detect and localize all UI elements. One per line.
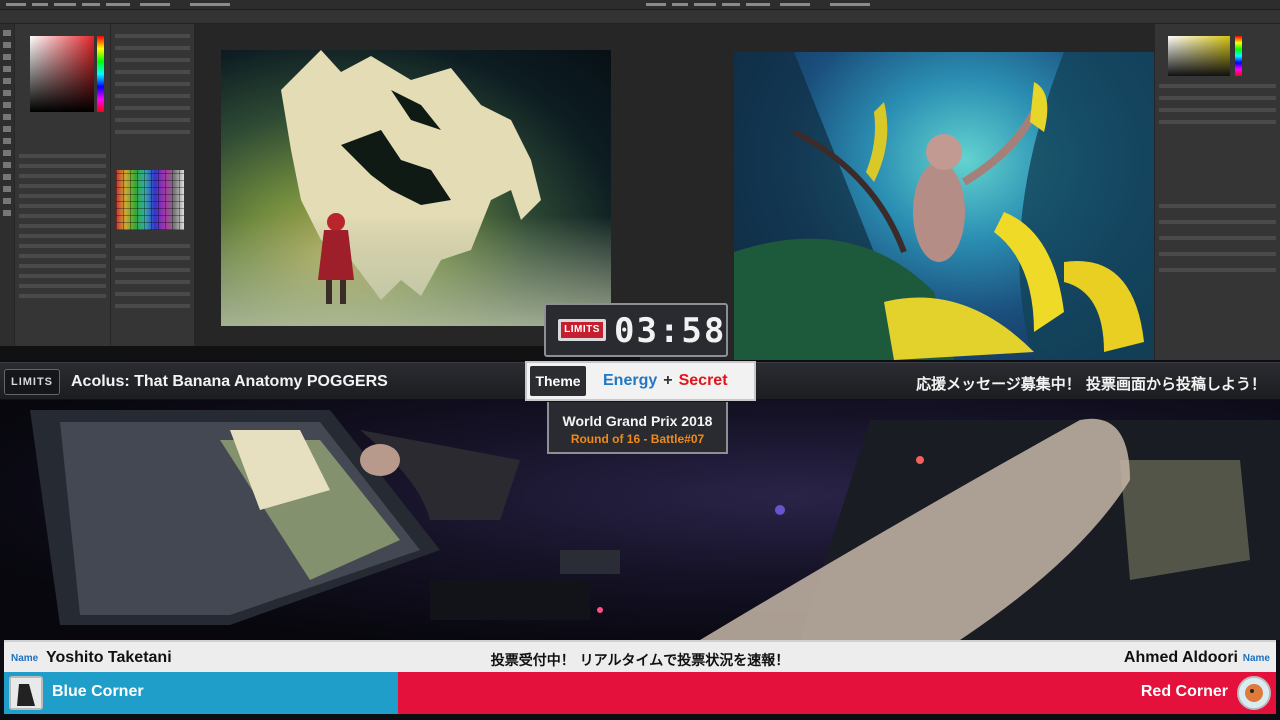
theme-box: Theme Energy + Secret (525, 361, 756, 401)
theme-label: Theme (530, 366, 586, 396)
right-artwork-canvas[interactable] (734, 52, 1154, 360)
red-corner-label: Red Corner (1140, 683, 1228, 700)
names-bar: Name Yoshito Taketani 投票受付中！ リアルタイムで投票状況… (4, 640, 1276, 672)
event-name: World Grand Prix 2018 (562, 413, 713, 429)
artist-avatar-icon (11, 678, 41, 708)
swatches-panel[interactable] (116, 170, 184, 230)
limits-logo: LIMITS (4, 369, 60, 395)
stream-title: Acolus: That Banana Anatomy POGGERS (71, 373, 388, 390)
theme-word-1: Energy (603, 372, 658, 389)
voting-message: 投票受付中！ リアルタイムで投票状況を速報！ (490, 653, 790, 669)
menu-bar[interactable] (0, 0, 640, 10)
logo-text: LIMITS (561, 322, 603, 338)
left-artwork-canvas[interactable] (221, 50, 611, 326)
options-bar[interactable] (0, 10, 640, 24)
theme-words: Energy + Secret (603, 372, 728, 390)
event-box: World Grand Prix 2018 Round of 16 - Batt… (547, 402, 728, 454)
menu-bar[interactable] (640, 0, 1280, 10)
hue-slider[interactable] (1235, 36, 1242, 76)
battle-timer: LIMITS 03:58 (544, 303, 728, 357)
bird-avatar-icon (1239, 678, 1269, 708)
name-tag-right: Name (1242, 653, 1270, 664)
color-picker-field[interactable] (30, 36, 94, 112)
blue-corner-label: Blue Corner (52, 683, 144, 700)
color-picker-field[interactable] (1168, 36, 1230, 76)
player-right-name: Ahmed Aldoori (1123, 649, 1238, 666)
tools-panel[interactable] (0, 24, 14, 346)
jungle-monkey-artwork (734, 52, 1154, 360)
hue-slider[interactable] (97, 36, 104, 112)
limits-logo: LIMITS (558, 319, 606, 341)
red-hood-figure (318, 213, 354, 304)
vote-bar: Blue Corner Red Corner (4, 672, 1276, 714)
blue-corner-avatar (9, 676, 43, 710)
event-round: Round of 16 - Battle#07 (570, 432, 705, 446)
broadcast-overlay: LIMITS 03:58 LIMITS Acolus: That Banana … (0, 0, 1280, 720)
plus-icon: + (663, 372, 673, 389)
cheer-message: 応援メッセージ募集中！ 投票画面から投稿しよう！ (916, 375, 1266, 393)
theme-word-2: Secret (678, 372, 728, 389)
red-corner-avatar (1237, 676, 1271, 710)
timer-readout: 03:58 (614, 311, 727, 351)
options-bar[interactable] (640, 10, 1280, 24)
